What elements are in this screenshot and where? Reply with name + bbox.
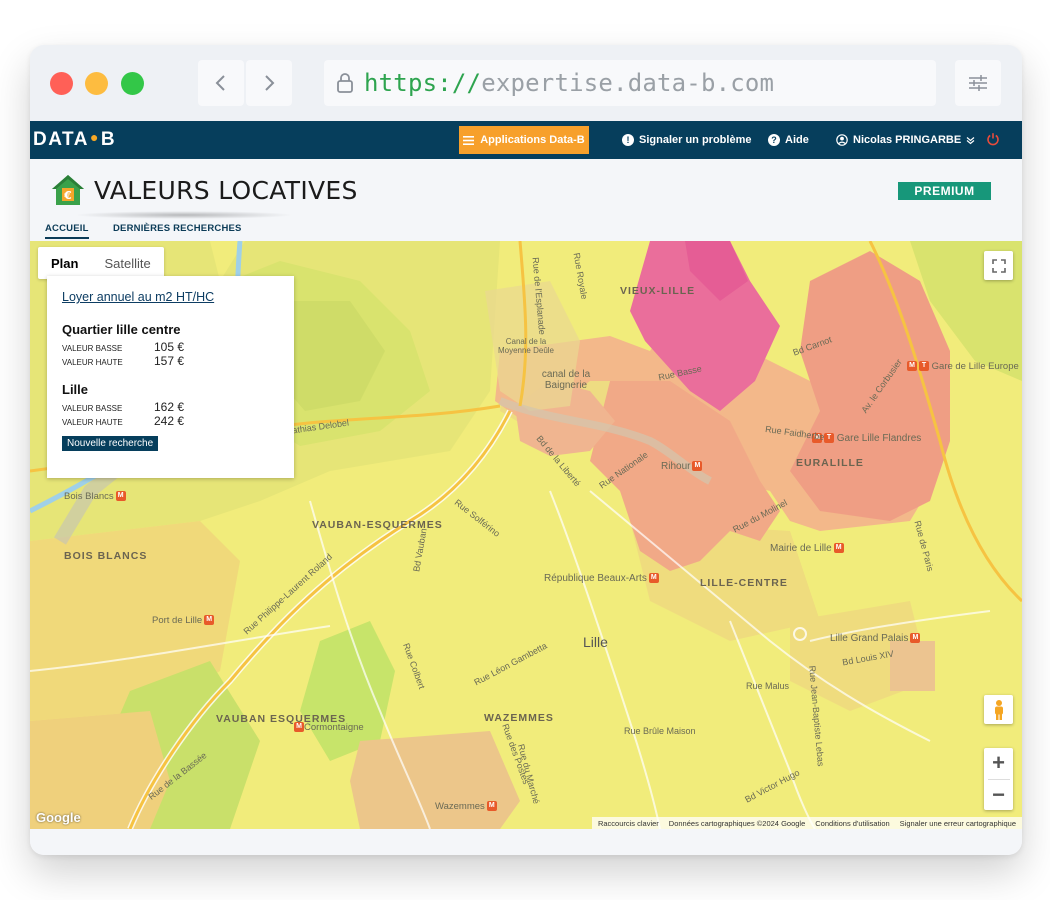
svg-text:€: € — [63, 189, 72, 202]
user-name: Nicolas PRINGARBE — [853, 134, 962, 146]
map-type-control: Plan Satellite — [38, 247, 164, 279]
user-menu[interactable]: Nicolas PRINGARBE — [836, 121, 975, 159]
keyboard-shortcuts-link[interactable]: Raccourcis clavier — [598, 819, 659, 828]
user-icon — [836, 134, 848, 146]
section-title: Lille — [62, 382, 89, 397]
chevron-right-icon — [265, 75, 275, 91]
fullscreen-icon — [991, 258, 1006, 273]
url-text: https://expertise.data-b.com — [364, 69, 775, 97]
district-label: BOIS BLANCS — [64, 550, 148, 562]
browser-window: https://expertise.data-b.com DATA●B Appl… — [30, 45, 1022, 855]
back-button[interactable] — [198, 60, 244, 106]
city-label: Lille — [583, 634, 608, 650]
value-amount: 162 € — [154, 400, 185, 414]
value-row: VALEUR BASSE 105 € — [62, 340, 279, 354]
help-label: Aide — [785, 134, 809, 146]
section-title: Quartier lille centre — [62, 322, 181, 337]
place-label: Mairie de Lille M — [770, 543, 844, 554]
value-amount: 157 € — [154, 354, 185, 368]
power-icon[interactable] — [986, 132, 1000, 146]
map-view[interactable]: VIEUX-LILLE EURALILLE VAUBAN-ESQUERMES B… — [30, 241, 1022, 829]
district-label: LILLE-CENTRE — [700, 577, 788, 589]
place-label: canal de la Baignerie — [541, 369, 591, 391]
street-view-pegman[interactable] — [984, 695, 1013, 724]
value-label: VALEUR HAUTE — [62, 418, 123, 427]
place-label: Lille Grand Palais M — [830, 633, 921, 644]
applications-button[interactable]: Applications Data-B — [459, 126, 589, 154]
zoom-control: + − — [984, 748, 1013, 810]
place-label: MT Gare de Lille Europe — [905, 361, 1019, 372]
map-attribution: Raccourcis clavier Données cartographiqu… — [591, 817, 1022, 829]
place-label: République Beaux-Arts M — [544, 573, 659, 584]
district-label: VIEUX-LILLE — [620, 285, 696, 297]
district-label: WAZEMMES — [484, 712, 554, 724]
question-icon: ? — [768, 134, 780, 146]
value-label: VALEUR BASSE — [62, 344, 123, 353]
place-label: M Cormontaigne — [292, 722, 364, 733]
app-navbar: DATA●B Applications Data-B ! Signaler un… — [30, 121, 1022, 159]
zoom-out-button[interactable]: − — [984, 780, 1013, 811]
menu-icon — [463, 135, 475, 145]
map-type-plan[interactable]: Plan — [38, 247, 91, 279]
help-link[interactable]: ? Aide — [768, 121, 809, 159]
report-problem-link[interactable]: ! Signaler un problème — [622, 121, 751, 159]
close-window-button[interactable] — [50, 72, 73, 95]
title-underline-shadow — [74, 211, 294, 219]
value-amount: 242 € — [154, 414, 185, 428]
district-label: EURALILLE — [796, 457, 864, 469]
browser-toolbar: https://expertise.data-b.com — [30, 45, 1022, 121]
street-label: Rue Malus — [746, 681, 790, 691]
place-label: Bois Blancs M — [64, 491, 126, 502]
house-euro-icon: € — [52, 175, 84, 205]
premium-badge: PREMIUM — [898, 182, 991, 200]
data-b-logo[interactable]: DATA●B — [33, 129, 116, 151]
map-type-satellite[interactable]: Satellite — [91, 247, 163, 279]
value-label: VALEUR BASSE — [62, 404, 123, 413]
applications-label: Applications Data-B — [480, 134, 585, 146]
place-label: Canal de la Moyenne Deûle — [497, 337, 555, 355]
place-label: Wazemmes M — [435, 801, 497, 812]
report-label: Signaler un problème — [639, 134, 752, 146]
page-title: VALEURS LOCATIVES — [94, 176, 358, 205]
value-row: VALEUR HAUTE 242 € — [62, 414, 279, 428]
terms-link[interactable]: Conditions d'utilisation — [815, 819, 889, 828]
tab-accueil[interactable]: ACCUEIL — [45, 223, 89, 239]
tab-dernieres-recherches[interactable]: DERNIÈRES RECHERCHES — [113, 223, 242, 234]
info-icon: ! — [622, 134, 634, 146]
value-label: VALEUR HAUTE — [62, 358, 123, 367]
pegman-icon — [994, 699, 1003, 720]
place-label: Port de Lille M — [152, 615, 215, 626]
minimize-window-button[interactable] — [85, 72, 108, 95]
page-footer — [30, 829, 1022, 855]
chevron-down-icon — [966, 136, 975, 144]
value-amount: 105 € — [154, 340, 185, 354]
street-label: Rue Brûle Maison — [624, 726, 696, 736]
sliders-icon — [969, 75, 987, 91]
new-search-button[interactable]: Nouvelle recherche — [62, 436, 159, 451]
place-label: Rihour M — [661, 461, 703, 472]
chevron-left-icon — [215, 75, 225, 91]
settings-button[interactable] — [955, 60, 1001, 106]
place-label: MT Gare Lille Flandres — [810, 433, 921, 444]
rent-unit-link[interactable]: Loyer annuel au m2 HT/HC — [62, 290, 279, 304]
page-header: € VALEURS LOCATIVES PREMIUM ACCUEIL DERN… — [30, 159, 1022, 241]
maximize-window-button[interactable] — [121, 72, 144, 95]
value-row: VALEUR BASSE 162 € — [62, 400, 279, 414]
rent-info-card: Loyer annuel au m2 HT/HC Quartier lille … — [47, 276, 294, 478]
value-row: VALEUR HAUTE 157 € — [62, 354, 279, 368]
lock-icon — [337, 73, 353, 93]
forward-button[interactable] — [246, 60, 292, 106]
google-logo[interactable]: Google — [36, 810, 81, 825]
address-bar[interactable]: https://expertise.data-b.com — [324, 60, 936, 106]
fullscreen-button[interactable] — [984, 251, 1013, 280]
zoom-in-button[interactable]: + — [984, 748, 1013, 779]
report-map-error-link[interactable]: Signaler une erreur cartographique — [900, 819, 1016, 828]
map-data-credit: Données cartographiques ©2024 Google — [668, 818, 806, 828]
